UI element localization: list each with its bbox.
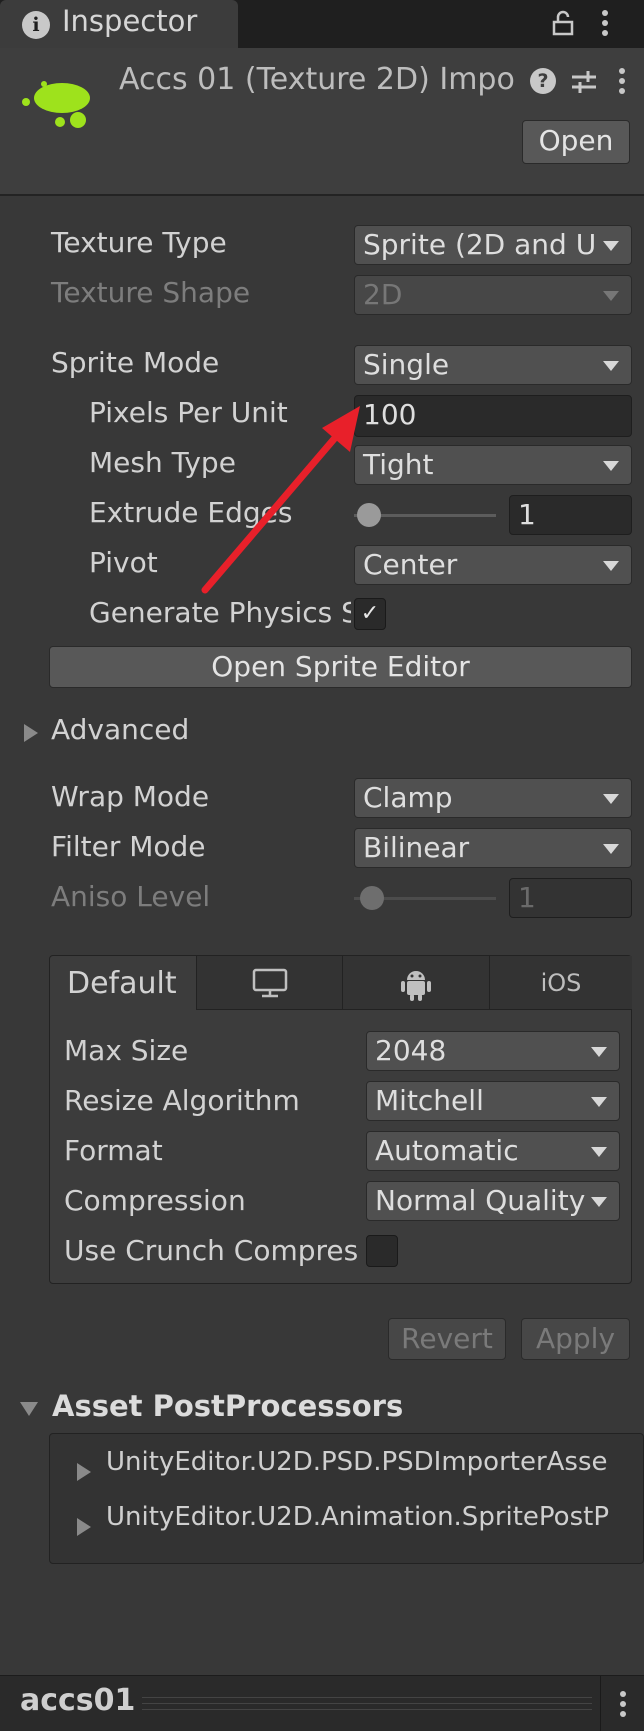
asset-name: accs01 [20, 1683, 136, 1718]
footer-menu-icon[interactable] [618, 1689, 628, 1726]
preview-footer: accs01 [0, 1675, 644, 1731]
resize-grip[interactable] [142, 1709, 592, 1710]
resize-grip[interactable] [142, 1703, 592, 1704]
annotation-arrow [201, 406, 360, 594]
resize-grip[interactable] [142, 1697, 592, 1698]
divider [600, 1676, 601, 1731]
